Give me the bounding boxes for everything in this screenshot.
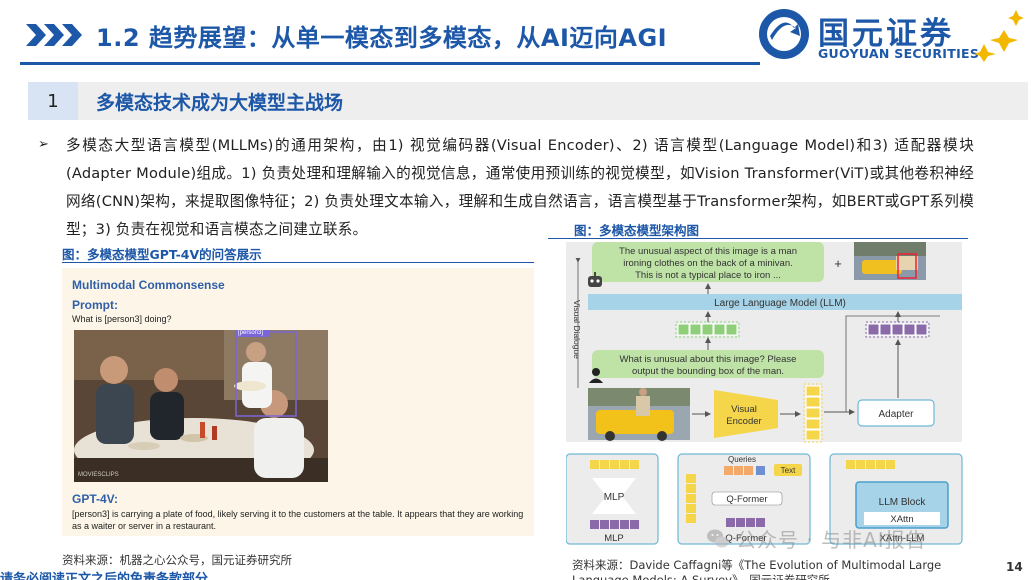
logo-emblem-icon [759, 9, 809, 59]
text-token-row [675, 321, 740, 338]
visual-feature-column [803, 383, 823, 443]
header-divider [20, 62, 760, 65]
photo-credit: MOVIESCLIPS [78, 472, 119, 478]
figure-left-caption: 图：多模态模型GPT-4V的问答展示 [62, 247, 262, 262]
section-number: 1 [28, 82, 78, 120]
adapter-label: Adapter [878, 409, 914, 420]
plus-sign: + [834, 256, 842, 271]
mlp-input-tokens [590, 460, 639, 469]
watermark-text: 公众号 · 与非AI报告 [736, 528, 927, 552]
gpt4v-demo-figure: Multimodal Commonsense Prompt: What is [… [62, 268, 534, 536]
visual-dialogue-label: Visual Dialogue [572, 300, 582, 359]
demo-answer-text: [person3] is carrying a plate of food, l… [72, 509, 524, 531]
question-text-1: What is unusual about this image? Please [620, 354, 797, 365]
mlp-label-top: MLP [604, 492, 625, 503]
figure-left-caption-line [62, 262, 534, 263]
text-tag-label: Text [781, 466, 796, 475]
mlp-output-tokens [590, 520, 639, 529]
output-text-2: ironing clothes on the back of a minivan… [623, 258, 793, 269]
demo-prompt-text: What is [person3] doing? [72, 314, 172, 324]
qformer-input-column [686, 474, 696, 523]
output-text-3: This is not a typical place to iron ... [635, 270, 781, 281]
disclaimer-footer: 请务必阅读正文之后的免责条款部分 [0, 572, 209, 580]
mlp-label-bottom: MLP [604, 533, 624, 544]
figure-right-caption: 图：多模态模型架构图 [574, 223, 700, 238]
restaurant-scene-image [74, 330, 328, 482]
person-tag-label: [person3] [238, 330, 264, 336]
visual-encoder-label-2: Encoder [726, 416, 761, 427]
page-title: 1.2 趋势展望：从单一模态到多模态，从AI迈向AGI [96, 24, 668, 52]
visual-encoder-label-1: Visual [731, 404, 757, 415]
queries-label: Queries [728, 455, 756, 464]
page-number: 14 [1006, 560, 1023, 574]
demo-answer-label: GPT-4V: [72, 492, 119, 506]
query-tokens [724, 466, 765, 475]
llm-block-label: LLM Block [879, 497, 927, 508]
logo-english-name: GUOYUAN SECURITIES [818, 46, 980, 61]
figure-right-source: 资料来源：Davide Caffagni等《The Evolution of M… [572, 558, 942, 580]
company-logo: 国元证券 GUOYUAN SECURITIES [756, 6, 1026, 64]
restaurant-photo: [person3] MOVIESCLIPS [74, 330, 328, 482]
qformer-label-top: Q-Former [726, 494, 767, 505]
body-paragraph: 多模态大型语言模型(MLLMs)的通用架构，由1) 视觉编码器(Visual E… [66, 137, 974, 238]
demo-prompt-label: Prompt: [72, 298, 118, 312]
section-title: 多模态技术成为大模型主战场 [96, 92, 344, 114]
llm-bar-label: Large Language Model (LLM) [714, 298, 846, 309]
output-image-thumbnail [854, 242, 926, 280]
visual-token-row [865, 321, 930, 338]
xattn-input-tokens [846, 460, 895, 469]
watermark: 公众号 · 与非AI报告 [706, 524, 927, 553]
demo-heading: Multimodal Commonsense [72, 278, 225, 292]
bullet-arrow-icon: ➢ [38, 137, 49, 152]
logo-stars-icon [974, 10, 1024, 62]
architecture-diagram: The unusual aspect of this image is a ma… [565, 242, 963, 545]
output-text-1: The unusual aspect of this image is a ma… [619, 246, 797, 257]
input-image [588, 388, 690, 441]
mllm-architecture-figure: The unusual aspect of this image is a ma… [565, 238, 966, 546]
question-text-2: output the bounding box of the man. [632, 366, 784, 377]
header-chevrons [26, 24, 84, 46]
figure-left-source: 资料来源：机器之心公众号，国元证券研究所 [62, 553, 292, 567]
chevron-right-icon [26, 24, 82, 46]
wechat-icon [707, 529, 729, 547]
